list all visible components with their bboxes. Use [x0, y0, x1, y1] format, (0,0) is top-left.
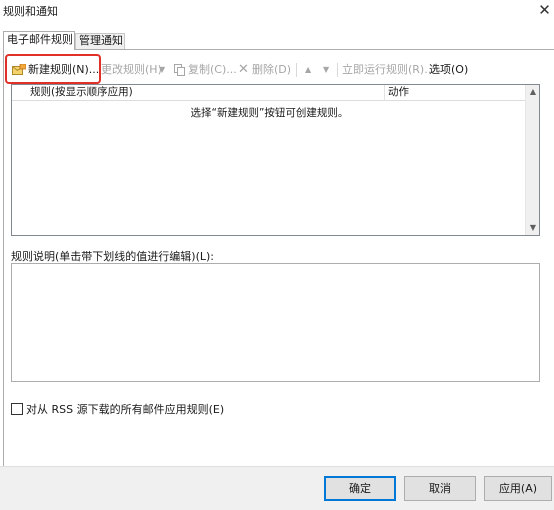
rules-list-header: 规则(按显示顺序应用) 动作 [12, 85, 527, 101]
copy-button[interactable]: 复制(C)... [188, 60, 237, 80]
rule-description-label: 规则说明(单击带下划线的值进行编辑)(L): [11, 250, 214, 263]
new-rule-button[interactable]: 新建规则(N)... [28, 60, 99, 80]
column-divider[interactable] [384, 85, 385, 101]
ok-button[interactable]: 确定 [324, 476, 396, 501]
tab-email-rules[interactable]: 电子邮件规则 [3, 31, 75, 50]
new-rule-icon [12, 63, 27, 76]
run-rules-now-button[interactable]: 立即运行规则(R)... [342, 60, 435, 80]
scroll-down-icon[interactable]: ▼ [526, 221, 540, 235]
cancel-button[interactable]: 取消 [404, 476, 476, 501]
rss-rules-checkbox[interactable] [11, 403, 23, 415]
rules-list[interactable]: 规则(按显示顺序应用) 动作 选择“新建规则”按钮可创建规则。 ▲ ▼ [11, 84, 540, 236]
chevron-down-icon[interactable]: ▼ [159, 60, 165, 80]
toolbar-separator [296, 63, 297, 77]
close-icon[interactable]: ✕ [535, 0, 554, 20]
delete-button[interactable]: 删除(D) [252, 60, 291, 80]
column-header-rule[interactable]: 规则(按显示顺序应用) [30, 85, 133, 101]
delete-icon: ✕ [238, 62, 249, 77]
move-down-icon[interactable]: ▼ [323, 60, 329, 80]
rss-rules-checkbox-label[interactable]: 对从 RSS 源下载的所有邮件应用规则(E) [26, 401, 224, 417]
column-header-action[interactable]: 动作 [388, 85, 409, 101]
rules-toolbar: 新建规则(N)... 更改规则(H) ▼ 复制(C)... ✕ 删除(D) ▲ … [6, 60, 536, 80]
copy-icon [174, 64, 186, 76]
window-title: 规则和通知 [3, 5, 58, 18]
title-bar [0, 0, 554, 22]
change-rule-button[interactable]: 更改规则(H) [101, 60, 162, 80]
options-button[interactable]: 选项(O) [429, 60, 468, 80]
scroll-up-icon[interactable]: ▲ [526, 85, 540, 99]
toolbar-separator [337, 63, 338, 77]
tab-manage-alerts[interactable]: 管理通知 [75, 33, 125, 49]
empty-list-message: 选择“新建规则”按钮可创建规则。 [190, 107, 349, 119]
move-up-icon[interactable]: ▲ [305, 60, 311, 80]
apply-button[interactable]: 应用(A) [484, 476, 552, 501]
rule-description-box[interactable] [11, 263, 540, 382]
vertical-scrollbar[interactable]: ▲ ▼ [525, 85, 539, 235]
